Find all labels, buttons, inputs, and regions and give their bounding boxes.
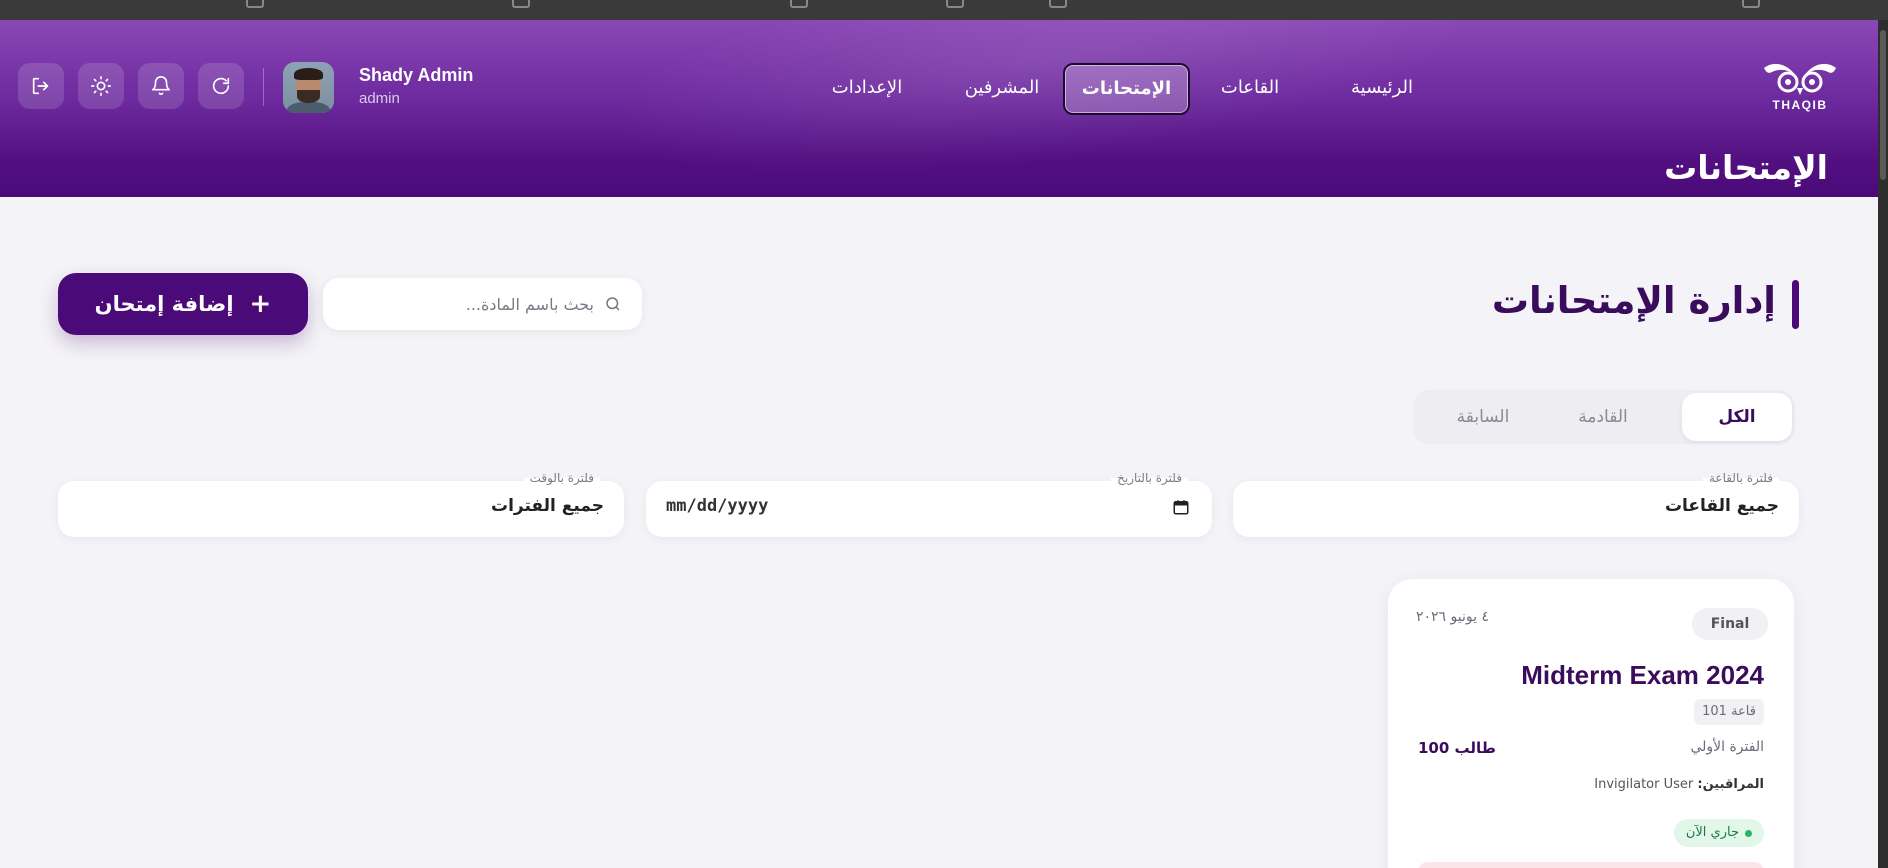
exam-type-badge: Final [1692,608,1768,640]
logo-text: THAQIB [1772,98,1828,112]
search-icon [606,297,620,311]
avatar-beard [297,90,320,103]
avatar-body [287,102,330,113]
exam-students-count: 100 طالب [1418,739,1496,757]
invigilators-label: المراقبين: [1697,777,1764,792]
tab-all[interactable]: الكل [1682,393,1792,441]
tab-fragment-icon [1742,0,1760,8]
tab-fragment-icon [512,0,530,8]
sun-icon [91,76,111,96]
refresh-icon [212,77,230,95]
title-accent-bar [1792,280,1799,329]
logout-icon [32,77,49,95]
room-filter-label: فلترة بالقاعة [1702,471,1779,485]
user-name: Shady Admin [359,65,474,85]
status-dot-icon [1745,829,1752,837]
tab-fragment-icon [946,0,964,8]
header-page-heading: الإمتحانات [1664,148,1828,187]
card-action-strip[interactable] [1418,862,1764,868]
invigilators-value: Invigilator User [1594,777,1694,792]
app-header: Shady Admin admin الإعدادات المشرفين الإ… [0,20,1878,197]
user-role: admin [359,90,400,107]
room-filter-value: جميع القاعات [1664,496,1779,516]
header-divider [263,68,264,106]
notifications-button[interactable] [138,63,184,109]
exam-title: Midterm Exam 2024 [1521,660,1764,690]
exam-invigilators: المراقبين: Invigilator User [1594,777,1764,792]
time-filter-label: فلترة بالوقت [523,471,600,485]
exam-date: ٤ يونيو ٢٠٢٦ [1416,609,1489,625]
date-filter-label: فلترة بالتاريخ [1111,471,1188,485]
tab-upcoming[interactable]: القادمة [1553,393,1653,441]
refresh-button[interactable] [198,63,244,109]
time-filter-select[interactable]: فلترة بالوقت جميع الفترات [58,471,624,537]
nav-item-supervisors[interactable]: المشرفين [952,63,1052,113]
exam-period: الفترة الأولي [1690,739,1764,755]
room-filter-select[interactable]: فلترة بالقاعة جميع القاعات [1233,471,1799,537]
nav-item-exams[interactable]: الإمتحانات [1063,63,1190,115]
status-badge: جاري الآن [1673,819,1764,847]
theme-toggle-button[interactable] [78,63,124,109]
date-filter-input[interactable]: فلترة بالتاريخ mm/dd/yyyy [646,471,1212,537]
exam-room-badge: قاعة 101 [1694,699,1764,725]
tab-fragment-icon [1049,0,1067,8]
nav-item-halls[interactable]: القاعات [1212,63,1288,113]
exam-tabs: السابقة القادمة الكل [1413,390,1795,444]
logout-button[interactable] [18,63,64,109]
tab-previous[interactable]: السابقة [1433,393,1533,441]
date-filter-value: mm/dd/yyyy [666,496,769,516]
add-exam-button[interactable]: إضافة إمتحان + [58,273,308,335]
time-filter-value: جميع الفترات [491,496,604,516]
calendar-icon[interactable] [1172,498,1190,516]
nav-item-settings[interactable]: الإعدادات [822,63,912,113]
scrollbar-thumb[interactable] [1880,30,1886,180]
page-title: إدارة الإمتحانات [1491,279,1776,322]
avatar[interactable] [283,62,334,113]
nav-item-home[interactable]: الرئيسية [1330,63,1434,113]
exam-card[interactable]: Final ٤ يونيو ٢٠٢٦ Midterm Exam 2024 قاع… [1388,579,1794,868]
avatar-hair [294,68,323,80]
search-input[interactable] [343,294,594,314]
page-scrollbar[interactable] [1878,20,1888,868]
search-box[interactable] [323,278,642,330]
browser-tab-strip [0,0,1888,20]
tab-fragment-icon [790,0,808,8]
plus-icon: + [249,289,272,319]
bell-icon [151,76,171,95]
tab-fragment-icon [246,0,264,8]
status-label: جاري الآن [1685,825,1739,840]
add-exam-label: إضافة إمتحان [94,292,234,316]
